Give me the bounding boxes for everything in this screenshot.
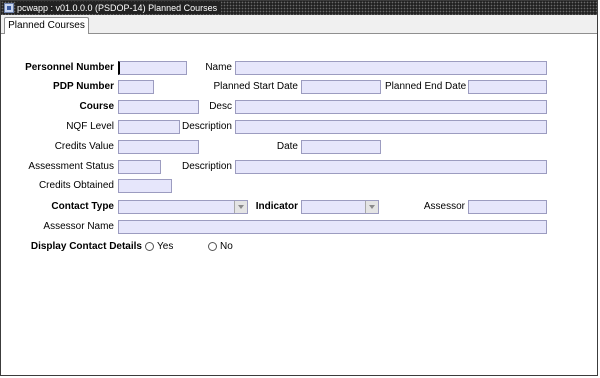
pdp-number-field[interactable]	[118, 80, 154, 94]
nqf-level-field[interactable]	[118, 120, 180, 134]
pdp-number-label: PDP Number	[53, 81, 114, 92]
date-label: Date	[276, 141, 298, 152]
contact-type-label: Contact Type	[51, 201, 114, 212]
application-window: pcwapp : v01.0.0.0 (PSDOP-14) Planned Co…	[0, 0, 598, 376]
display-contact-details-radio-group: Yes No	[144, 240, 244, 254]
assessor-field[interactable]	[468, 200, 547, 214]
assessment-description-field[interactable]	[235, 160, 547, 174]
radio-no-label[interactable]: No	[220, 240, 233, 254]
assessment-status-field[interactable]	[118, 160, 161, 174]
course-desc-field[interactable]	[235, 100, 547, 114]
credits-value-field[interactable]	[118, 140, 199, 154]
contact-type-dropdown[interactable]	[118, 200, 248, 214]
assessor-label: Assessor	[423, 201, 465, 212]
name-field[interactable]	[235, 61, 547, 75]
assessor-name-field[interactable]	[118, 220, 547, 234]
personnel-number-label: Personnel Number	[25, 62, 114, 73]
course-label: Course	[79, 101, 114, 112]
window-title: pcwapp : v01.0.0.0 (PSDOP-14) Planned Co…	[16, 2, 222, 14]
radio-yes[interactable]	[145, 242, 154, 251]
nqf-description-label: Description	[181, 121, 232, 132]
chevron-down-icon[interactable]	[365, 201, 378, 213]
radio-no[interactable]	[208, 242, 217, 251]
date-field[interactable]	[301, 140, 381, 154]
course-field[interactable]	[118, 100, 199, 114]
display-contact-details-label: Display Contact Details	[30, 241, 142, 252]
planned-end-date-field[interactable]	[468, 80, 547, 94]
name-label: Name	[205, 62, 232, 73]
title-bar[interactable]: pcwapp : v01.0.0.0 (PSDOP-14) Planned Co…	[1, 1, 597, 15]
nqf-level-label: NQF Level	[66, 121, 114, 132]
tab-planned-courses[interactable]: Planned Courses	[4, 17, 89, 35]
course-desc-label: Desc	[209, 101, 232, 112]
indicator-label: Indicator	[255, 201, 298, 212]
tab-strip: Planned Courses	[1, 15, 597, 35]
planned-start-date-label: Planned Start Date	[213, 81, 299, 92]
assessor-name-label: Assessor Name	[43, 221, 114, 232]
credits-value-label: Credits Value	[54, 141, 114, 152]
nqf-description-field[interactable]	[235, 120, 547, 134]
form-panel: Personnel Number Name PDP Number Planned…	[1, 34, 597, 375]
credits-obtained-field[interactable]	[118, 179, 172, 193]
app-icon	[4, 3, 14, 13]
indicator-dropdown[interactable]	[301, 200, 379, 214]
assessment-status-label: Assessment Status	[28, 161, 114, 172]
chevron-down-icon[interactable]	[234, 201, 247, 213]
planned-end-date-label: Planned End Date	[385, 81, 467, 92]
radio-yes-label[interactable]: Yes	[157, 240, 173, 254]
personnel-number-field[interactable]	[118, 61, 187, 75]
planned-start-date-field[interactable]	[301, 80, 381, 94]
credits-obtained-label: Credits Obtained	[38, 180, 114, 191]
assessment-description-label: Description	[181, 161, 232, 172]
